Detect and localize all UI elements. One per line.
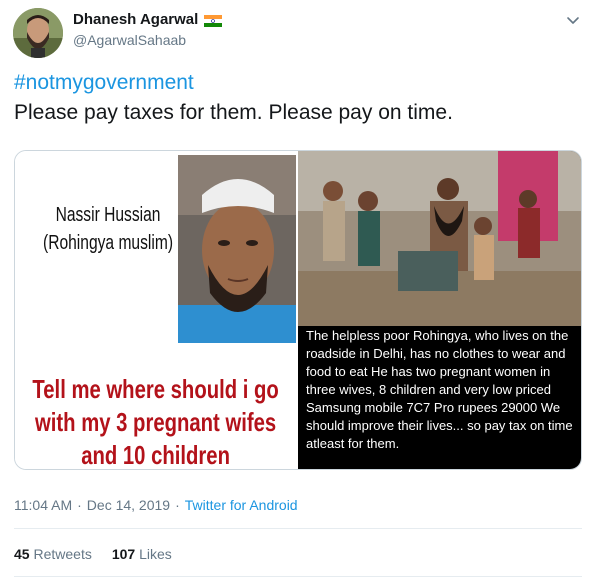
image-name-caption: Nassir Hussian (Rohingya muslim) <box>42 204 174 254</box>
retweets-stat[interactable]: 45 Retweets <box>14 546 92 562</box>
tweet-media[interactable]: Nassir Hussian (Rohingya muslim) Tell me… <box>14 150 582 470</box>
meta-separator: · <box>175 497 180 513</box>
meta-separator: · <box>77 497 82 513</box>
image-quote-text: Tell me where should i go with my 3 preg… <box>32 374 279 470</box>
media-image-left[interactable]: Nassir Hussian (Rohingya muslim) Tell me… <box>15 151 298 469</box>
india-flag-icon <box>204 14 223 27</box>
display-name[interactable]: Dhanesh Agarwal <box>73 11 198 28</box>
portrait-photo <box>178 155 296 343</box>
tweet-timestamp-row: 11:04 AM · Dec 14, 2019 · Twitter for An… <box>14 497 298 513</box>
likes-label: Likes <box>139 546 172 562</box>
group-photo <box>298 151 581 326</box>
chevron-down-icon[interactable] <box>565 12 581 28</box>
tweet-source-link[interactable]: Twitter for Android <box>185 497 298 513</box>
retweets-label: Retweets <box>33 546 92 562</box>
avatar[interactable] <box>13 8 63 58</box>
divider <box>14 576 582 577</box>
likes-count: 107 <box>111 546 136 562</box>
author-name-row: Dhanesh Agarwal <box>73 11 223 28</box>
tweet-time[interactable]: 11:04 AM <box>14 497 72 513</box>
media-image-right[interactable]: The helpless poor Rohingya, who lives on… <box>298 151 581 469</box>
tweet-date[interactable]: Dec 14, 2019 <box>87 497 170 513</box>
tweet-stats: 45 Retweets 107 Likes <box>14 546 172 562</box>
tweet-card: Dhanesh Agarwal @AgarwalSahaab #notmygov… <box>0 0 595 580</box>
likes-stat[interactable]: 107 Likes <box>112 546 172 562</box>
user-handle[interactable]: @AgarwalSahaab <box>73 32 186 48</box>
image-caption-text: The helpless poor Rohingya, who lives on… <box>306 328 573 451</box>
hashtag-link[interactable]: #notmygovernment <box>14 70 194 96</box>
retweets-count: 45 <box>14 546 30 562</box>
tweet-text: Please pay taxes for them. Please pay on… <box>14 101 453 124</box>
divider <box>14 528 582 529</box>
